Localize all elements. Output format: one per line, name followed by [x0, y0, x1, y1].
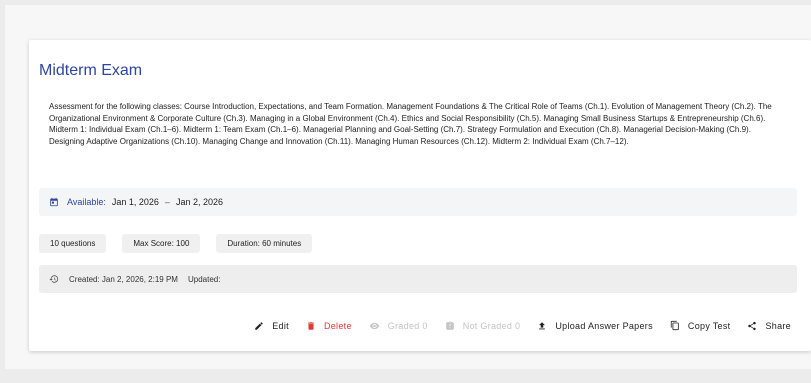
copy-test-button[interactable]: Copy Test: [670, 320, 731, 331]
edit-button[interactable]: Edit: [254, 321, 289, 331]
exam-card: Midterm Exam Assessment for the followin…: [29, 40, 811, 351]
share-button-label: Share: [765, 320, 791, 331]
graded-button-label: Graded 0: [387, 320, 428, 331]
copy-icon: [670, 320, 679, 331]
exam-info-chips: 10 questions Max Score: 100 Duration: 60…: [39, 234, 328, 253]
copy-button-label: Copy Test: [687, 320, 731, 331]
calendar-icon: [50, 197, 58, 207]
edit-button-label: Edit: [272, 320, 289, 331]
timestamps-bar: Created: Jan 2, 2026, 2:19 PM Updated:: [39, 265, 797, 293]
share-icon: [748, 321, 757, 330]
updated-timestamp: Updated:: [187, 274, 221, 284]
created-timestamp: Created: Jan 2, 2026, 2:19 PM: [69, 274, 178, 284]
exam-title: Midterm Exam: [39, 62, 143, 79]
eye-icon: [369, 322, 379, 329]
trash-icon: [308, 321, 314, 330]
max-score-chip: Max Score: 100: [122, 234, 201, 253]
upload-icon: [539, 321, 546, 329]
action-bar: Edit Delete Graded 0 Not Graded 0 Upload…: [237, 320, 791, 331]
graded-button: Graded 0: [369, 321, 428, 331]
availability-separator: –: [164, 197, 170, 207]
delete-button-label: Delete: [323, 320, 352, 331]
availability-start: Jan 1, 2026: [111, 197, 159, 207]
exam-description: Assessment for the following classes: Co…: [49, 102, 772, 146]
share-button[interactable]: Share: [747, 321, 791, 331]
availability-end: Jan 2, 2026: [175, 197, 223, 207]
history-icon: [49, 275, 59, 283]
delete-button[interactable]: Delete: [306, 321, 352, 331]
clipboard-icon: [445, 320, 454, 330]
questions-chip: 10 questions: [39, 234, 107, 253]
pencil-icon: [255, 321, 263, 330]
not-graded-button: Not Graded 0: [445, 321, 521, 331]
upload-button-label: Upload Answer Papers: [555, 320, 653, 331]
availability-label: Available:: [67, 197, 106, 207]
not-graded-button-label: Not Graded 0: [462, 320, 521, 331]
duration-chip: Duration: 60 minutes: [216, 234, 313, 253]
upload-answer-papers-button[interactable]: Upload Answer Papers: [537, 321, 653, 331]
availability-bar: Available: Jan 1, 2026 – Jan 2, 2026: [39, 188, 797, 216]
